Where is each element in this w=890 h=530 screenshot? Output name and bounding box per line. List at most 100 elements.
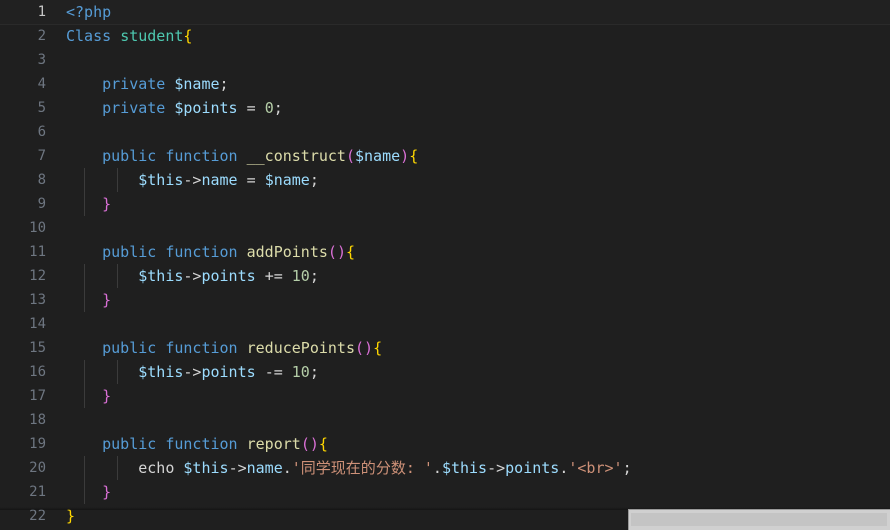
code-token: )	[364, 339, 374, 357]
code-token: )	[309, 435, 319, 453]
code-line[interactable]: 11 public function addPoints(){	[0, 240, 890, 264]
code-token: ->	[487, 459, 506, 477]
code-token: points	[201, 363, 256, 381]
code-line-content[interactable]: $this->points += 10;	[46, 264, 890, 288]
code-editor[interactable]: 1 <?php 2 Class student{3 4 private $name; 5 …	[0, 0, 890, 530]
line-number: 3	[37, 52, 46, 68]
code-line[interactable]: 7 public function __construct($name){	[0, 144, 890, 168]
code-token: }	[102, 195, 112, 213]
line-number: 13	[29, 292, 46, 308]
code-line-content[interactable]: private $points = 0;	[46, 96, 890, 120]
code-line[interactable]: 21 }	[0, 480, 890, 504]
code-line-content[interactable]: }	[46, 480, 890, 504]
code-token: name	[201, 171, 238, 189]
code-line[interactable]: 3	[0, 48, 890, 72]
code-line-content[interactable]: <?php	[46, 0, 890, 24]
code-token: =	[246, 171, 256, 189]
code-token: {	[373, 339, 383, 357]
code-token: }	[102, 387, 112, 405]
code-line-content[interactable]: }	[46, 192, 890, 216]
code-line[interactable]: 8 $this->name = $name;	[0, 168, 890, 192]
code-line-content[interactable]: Class student{	[46, 24, 890, 48]
code-token: $points	[174, 99, 238, 117]
code-token: $name	[355, 147, 401, 165]
code-line[interactable]: 14	[0, 312, 890, 336]
code-line-content[interactable]: public function reducePoints(){	[46, 336, 890, 360]
horizontal-scrollbar-thumb[interactable]	[631, 513, 887, 526]
code-token: reducePoints	[246, 339, 355, 357]
code-line[interactable]: 4 private $name;	[0, 72, 890, 96]
code-line-content[interactable]: }	[46, 384, 890, 408]
code-token: public	[102, 339, 157, 357]
code-line-content[interactable]: private $name;	[46, 72, 890, 96]
code-line-content[interactable]: echo $this->name.'同学现在的分数: '.$this->poin…	[46, 456, 890, 480]
code-line[interactable]: 5 private $points = 0;	[0, 96, 890, 120]
code-line[interactable]: 13 }	[0, 288, 890, 312]
line-number: 6	[37, 124, 46, 140]
code-line[interactable]: 15 public function reducePoints(){	[0, 336, 890, 360]
code-token: (	[327, 243, 337, 261]
line-number: 4	[37, 76, 46, 92]
code-token: (	[300, 435, 310, 453]
code-token: -=	[264, 363, 283, 381]
code-token: public	[102, 435, 157, 453]
line-number: 5	[37, 100, 46, 116]
code-token: }	[102, 483, 112, 501]
code-line[interactable]: 1 <?php	[0, 0, 890, 24]
line-number: 7	[37, 148, 46, 164]
code-line[interactable]: 6	[0, 120, 890, 144]
code-line-content[interactable]: $this->points -= 10;	[46, 360, 890, 384]
code-token: $this	[138, 267, 184, 285]
line-number: 10	[29, 220, 46, 236]
horizontal-scrollbar[interactable]	[628, 509, 890, 530]
code-token: ;	[309, 363, 319, 381]
code-lines-container[interactable]: 1 <?php 2 Class student{3 4 private $name; 5 …	[0, 0, 890, 528]
code-token: report	[246, 435, 301, 453]
code-token: .	[282, 459, 292, 477]
line-number: 18	[29, 412, 46, 428]
code-token: student	[120, 27, 184, 45]
code-token: <?php	[66, 3, 112, 21]
code-line-content[interactable]: public function addPoints(){	[46, 240, 890, 264]
code-line[interactable]: 16 $this->points -= 10;	[0, 360, 890, 384]
code-line[interactable]: 2 Class student{	[0, 24, 890, 48]
code-token: {	[183, 27, 193, 45]
code-token: 10	[291, 363, 310, 381]
line-number: 20	[29, 460, 46, 476]
line-number: 17	[29, 388, 46, 404]
code-line-content[interactable]: }	[46, 288, 890, 312]
code-line[interactable]: 9 }	[0, 192, 890, 216]
code-line[interactable]: 19 public function report(){	[0, 432, 890, 456]
code-line-content[interactable]: public function __construct($name){	[46, 144, 890, 168]
code-token: ;	[219, 75, 229, 93]
code-line-content[interactable]: $this->name = $name;	[46, 168, 890, 192]
code-line[interactable]: 17 }	[0, 384, 890, 408]
code-line[interactable]: 10	[0, 216, 890, 240]
code-line-content[interactable]: public function report(){	[46, 432, 890, 456]
code-token: ->	[228, 459, 247, 477]
code-line[interactable]: 20 echo $this->name.'同学现在的分数: '.$this->p…	[0, 456, 890, 480]
code-token: function	[165, 435, 238, 453]
code-line[interactable]: 12 $this->points += 10;	[0, 264, 890, 288]
code-token: )	[336, 243, 346, 261]
line-number: 2	[37, 28, 46, 44]
code-token: '<br>'	[568, 459, 623, 477]
line-number: 22	[29, 508, 46, 524]
code-line[interactable]: 18	[0, 408, 890, 432]
